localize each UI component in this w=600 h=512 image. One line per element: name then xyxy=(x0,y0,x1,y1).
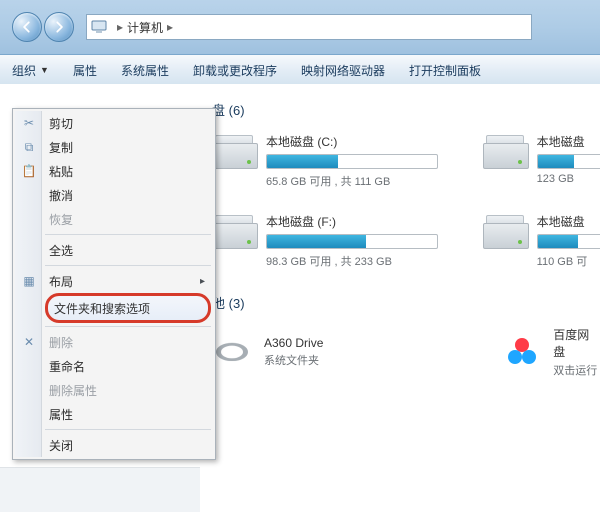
menu-separator xyxy=(45,265,211,266)
menu-folder-options[interactable]: 文件夹和搜索选项 xyxy=(45,293,211,323)
organize-button[interactable]: 组织 ▼ xyxy=(12,62,49,79)
arrow-right-icon xyxy=(52,20,66,34)
drive-icon xyxy=(212,133,256,169)
cut-icon: ✂ xyxy=(21,115,37,131)
menu-separator xyxy=(45,326,211,327)
titlebar: ▸ 计算机 ▸ xyxy=(0,0,600,55)
drive-sub: 123 GB xyxy=(537,173,600,185)
item-a360[interactable]: A360 Drive 系统文件夹 xyxy=(212,326,466,378)
command-bar: 组织 ▼ 属性 系统属性 卸载或更改程序 映射网络驱动器 打开控制面板 xyxy=(0,55,600,86)
menu-copy[interactable]: ⧉ 复制 xyxy=(15,135,213,159)
menu-layout[interactable]: ▦ 布局 ▸ xyxy=(15,269,213,293)
drive-label: 本地磁盘 (C:) xyxy=(266,133,447,150)
usage-bar xyxy=(537,154,600,169)
menu-rename[interactable]: 重命名 xyxy=(15,354,213,378)
menu-properties[interactable]: 属性 xyxy=(15,402,213,426)
menu-separator xyxy=(45,234,211,235)
control-panel-button[interactable]: 打开控制面板 xyxy=(409,62,481,79)
uninstall-button[interactable]: 卸载或更改程序 xyxy=(193,62,277,79)
breadcrumb[interactable]: ▸ 计算机 ▸ xyxy=(86,14,532,40)
menu-undo[interactable]: 撤消 xyxy=(15,183,213,207)
delete-icon: ✕ xyxy=(21,334,37,350)
system-properties-button[interactable]: 系统属性 xyxy=(121,62,169,79)
drive-label: 本地磁盘 xyxy=(537,213,600,230)
usage-bar xyxy=(266,154,438,169)
drive-f[interactable]: 本地磁盘 (F:) 98.3 GB 可用 , 共 233 GB xyxy=(212,213,447,269)
drive-icon xyxy=(212,213,256,249)
usage-bar xyxy=(537,234,600,249)
menu-paste[interactable]: 📋 粘贴 xyxy=(15,159,213,183)
drive-sub: 110 GB 可 xyxy=(537,253,600,269)
layout-icon: ▦ xyxy=(21,273,37,289)
menu-select-all[interactable]: 全选 xyxy=(15,238,213,262)
drive-icon xyxy=(483,133,527,169)
content-area: 盘 (6) 本地磁盘 (C:) 65.8 GB 可用 , 共 111 GB 本地… xyxy=(200,84,600,512)
arrow-left-icon xyxy=(20,20,34,34)
back-button[interactable] xyxy=(12,12,42,42)
status-bar xyxy=(0,467,200,512)
breadcrumb-location: 计算机 xyxy=(127,19,163,36)
menu-close[interactable]: 关闭 xyxy=(15,433,213,457)
map-drive-button[interactable]: 映射网络驱动器 xyxy=(301,62,385,79)
menu-redo: 恢复 xyxy=(15,207,213,231)
drive-right-top[interactable]: 本地磁盘 123 GB xyxy=(483,133,600,189)
copy-icon: ⧉ xyxy=(21,139,37,155)
item-baidu[interactable]: 百度网盘 双击运行 xyxy=(502,326,600,378)
dropdown-icon: ▼ xyxy=(40,65,49,75)
usage-bar xyxy=(266,234,438,249)
chevron-right-icon: ▸ xyxy=(167,20,173,34)
menu-delete: ✕ 删除 xyxy=(15,330,213,354)
chevron-right-icon: ▸ xyxy=(117,20,123,34)
section-other: 他 (3) xyxy=(212,293,600,312)
section-hard-disks: 盘 (6) xyxy=(212,100,600,119)
menu-cut[interactable]: ✂ 剪切 xyxy=(15,111,213,135)
menu-remove-properties: 删除属性 xyxy=(15,378,213,402)
submenu-arrow-icon: ▸ xyxy=(200,276,205,287)
computer-icon xyxy=(91,19,107,35)
drive-sub: 65.8 GB 可用 , 共 111 GB xyxy=(266,173,447,189)
forward-button[interactable] xyxy=(44,12,74,42)
properties-button[interactable]: 属性 xyxy=(73,62,97,79)
a360-icon xyxy=(212,332,252,372)
drive-sub: 98.3 GB 可用 , 共 233 GB xyxy=(266,253,447,269)
baidu-icon xyxy=(502,332,541,372)
organize-menu: ✂ 剪切 ⧉ 复制 📋 粘贴 撤消 恢复 全选 ▦ 布局 ▸ 文件夹和搜索选项 xyxy=(12,108,216,460)
drive-c[interactable]: 本地磁盘 (C:) 65.8 GB 可用 , 共 111 GB xyxy=(212,133,447,189)
drive-icon xyxy=(483,213,527,249)
explorer-window: ▸ 计算机 ▸ 组织 ▼ 属性 系统属性 卸载或更改程序 映射网络驱动器 打开控… xyxy=(0,0,600,512)
menu-separator xyxy=(45,429,211,430)
paste-icon: 📋 xyxy=(21,163,37,179)
drive-label: 本地磁盘 xyxy=(537,133,600,150)
drive-right-bottom[interactable]: 本地磁盘 110 GB 可 xyxy=(483,213,600,269)
drive-label: 本地磁盘 (F:) xyxy=(266,213,447,230)
